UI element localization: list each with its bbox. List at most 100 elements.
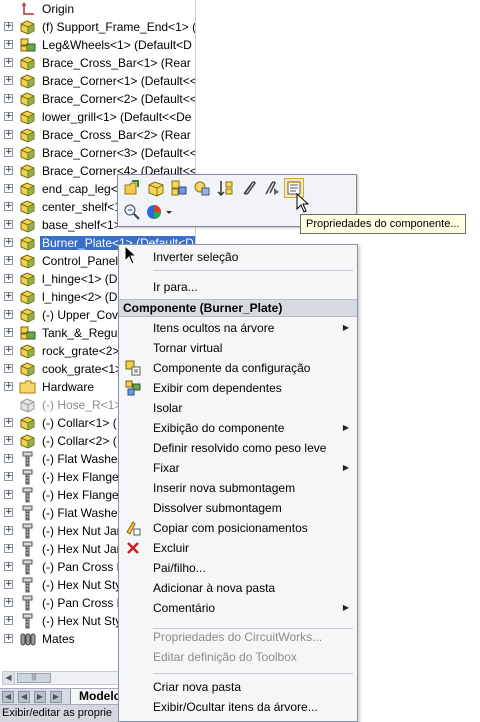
- menu-item[interactable]: Exibir com dependentes: [119, 378, 357, 398]
- menu-item[interactable]: Excluir: [119, 538, 357, 558]
- expand-icon[interactable]: +: [4, 40, 13, 49]
- expand-icon[interactable]: +: [4, 220, 13, 229]
- last-tab-arrow[interactable]: ▶: [50, 691, 62, 703]
- tree-item-label: (-) Pan Cross H: [42, 560, 126, 574]
- expand-icon[interactable]: +: [4, 346, 13, 355]
- part-icon: [19, 253, 37, 269]
- menu-item[interactable]: Isolar: [119, 398, 357, 418]
- delete-icon: [125, 540, 141, 556]
- expand-icon[interactable]: +: [4, 94, 13, 103]
- expand-icon[interactable]: +: [4, 184, 13, 193]
- part-icon: [19, 271, 37, 287]
- menu-item-label: Exibir com dependentes: [153, 381, 282, 395]
- tree-item-label: l_hinge<2> (D: [42, 290, 118, 304]
- menu-item[interactable]: Pai/filho...: [119, 558, 357, 578]
- expand-icon[interactable]: +: [4, 634, 13, 643]
- expand-icon[interactable]: +: [4, 274, 13, 283]
- expand-icon[interactable]: +: [4, 544, 13, 553]
- expand-icon[interactable]: +: [4, 490, 13, 499]
- expand-icon[interactable]: +: [4, 508, 13, 517]
- expand-icon[interactable]: +: [4, 454, 13, 463]
- tree-item-label: (-) Collar<1> (: [42, 416, 117, 430]
- expand-icon[interactable]: +: [4, 292, 13, 301]
- menu-item-label: Excluir: [153, 541, 190, 555]
- toolbox-part-icon: [19, 541, 37, 557]
- tree-item[interactable]: + Brace_Corner<3> (Default<<: [0, 144, 195, 162]
- expand-icon[interactable]: +: [4, 238, 13, 247]
- tree-item[interactable]: + (f) Support_Frame_End<1> (: [0, 18, 195, 36]
- expand-icon[interactable]: +: [4, 202, 13, 211]
- menu-item[interactable]: Dissolver submontagem: [119, 498, 357, 518]
- toolbox-part-icon: [19, 595, 37, 611]
- menu-item[interactable]: Comentário ▶: [119, 598, 357, 618]
- menu-item[interactable]: Definir resolvido como peso leve: [119, 438, 357, 458]
- menu-goto[interactable]: Ir para...: [119, 277, 357, 297]
- tree-item[interactable]: + Brace_Cross_Bar<2> (Rear Su: [0, 126, 195, 144]
- tree-item[interactable]: + Brace_Corner<1> (Default<<: [0, 72, 195, 90]
- reorder-icon[interactable]: [215, 178, 235, 198]
- expand-icon[interactable]: +: [4, 76, 13, 85]
- expand-icon[interactable]: +: [4, 58, 13, 67]
- submenu-arrow-icon: ▶: [342, 423, 349, 432]
- mate-icon[interactable]: [238, 178, 258, 198]
- expand-icon[interactable]: +: [4, 418, 13, 427]
- scroll-left-arrow[interactable]: ◀: [3, 672, 15, 684]
- expand-icon[interactable]: +: [4, 562, 13, 571]
- prev-tab-arrow[interactable]: ◀: [18, 691, 30, 703]
- expand-icon[interactable]: +: [4, 310, 13, 319]
- expand-icon[interactable]: +: [4, 112, 13, 121]
- expand-icon[interactable]: +: [4, 616, 13, 625]
- menu-item[interactable]: Inserir nova submontagem: [119, 478, 357, 498]
- tree-item-label: Leg&Wheels<1> (Default<D: [42, 38, 192, 52]
- menu-item[interactable]: Componente da configuração: [119, 358, 357, 378]
- menu-item[interactable]: Itens ocultos na árvore ▶: [119, 318, 357, 338]
- menu-item[interactable]: Tornar virtual: [119, 338, 357, 358]
- expand-icon[interactable]: +: [4, 22, 13, 31]
- tree-item[interactable]: + Leg&Wheels<1> (Default<D: [0, 36, 195, 54]
- expand-icon[interactable]: +: [4, 598, 13, 607]
- first-tab-arrow[interactable]: ◀: [2, 691, 14, 703]
- menu-item[interactable]: Copiar com posicionamentos: [119, 518, 357, 538]
- tree-item[interactable]: + Brace_Cross_Bar<1> (Rear Su: [0, 54, 195, 72]
- tree-item-label: cook_grate<1>: [42, 362, 123, 376]
- hide-show-icon[interactable]: [192, 178, 212, 198]
- tree-item-label: (-) Hex Nut Jar: [42, 524, 121, 538]
- edit-part-icon[interactable]: [146, 178, 166, 198]
- expand-icon[interactable]: +: [4, 130, 13, 139]
- tree-item-label: Mates: [42, 632, 75, 646]
- expand-icon[interactable]: +: [4, 580, 13, 589]
- menu-item[interactable]: Adicionar à nova pasta: [119, 578, 357, 598]
- toolbox-part-icon: [19, 523, 37, 539]
- smart-mate-icon[interactable]: [261, 178, 281, 198]
- part-icon: [19, 91, 37, 107]
- expand-icon[interactable]: +: [4, 382, 13, 391]
- expand-icon[interactable]: +: [4, 472, 13, 481]
- part-icon: [19, 163, 37, 179]
- scroll-thumb[interactable]: |||: [17, 673, 51, 683]
- expand-icon[interactable]: +: [4, 364, 13, 373]
- expand-icon[interactable]: +: [4, 166, 13, 175]
- tree-item[interactable]: Origin: [0, 0, 195, 18]
- part-icon: [19, 415, 37, 431]
- open-part-icon[interactable]: [122, 178, 142, 198]
- part-icon: [19, 73, 37, 89]
- menu-item-label: Adicionar à nova pasta: [153, 581, 276, 595]
- expand-icon[interactable]: +: [4, 148, 13, 157]
- expand-icon[interactable]: +: [4, 436, 13, 445]
- next-tab-arrow[interactable]: ▶: [34, 691, 46, 703]
- tree-item[interactable]: + Brace_Corner<2> (Default<<: [0, 90, 195, 108]
- menu-item-label: Itens ocultos na árvore: [153, 321, 275, 335]
- menu-item[interactable]: Fixar ▶: [119, 458, 357, 478]
- expand-icon[interactable]: +: [4, 256, 13, 265]
- zoom-selection-icon[interactable]: [122, 202, 142, 222]
- menu-item[interactable]: Exibir/Ocultar itens da árvore...: [119, 697, 357, 717]
- expand-icon[interactable]: +: [4, 526, 13, 535]
- edit-assembly-icon[interactable]: [169, 178, 189, 198]
- menu-item[interactable]: Exibição do componente ▶: [119, 418, 357, 438]
- menu-item[interactable]: Criar nova pasta: [119, 677, 357, 697]
- part-icon: [19, 19, 37, 35]
- appearance-icon[interactable]: [146, 202, 174, 222]
- expand-icon[interactable]: +: [4, 328, 13, 337]
- menu-invert-selection[interactable]: Inverter seleção: [119, 247, 357, 267]
- tree-item[interactable]: + lower_grill<1> (Default<<De: [0, 108, 195, 126]
